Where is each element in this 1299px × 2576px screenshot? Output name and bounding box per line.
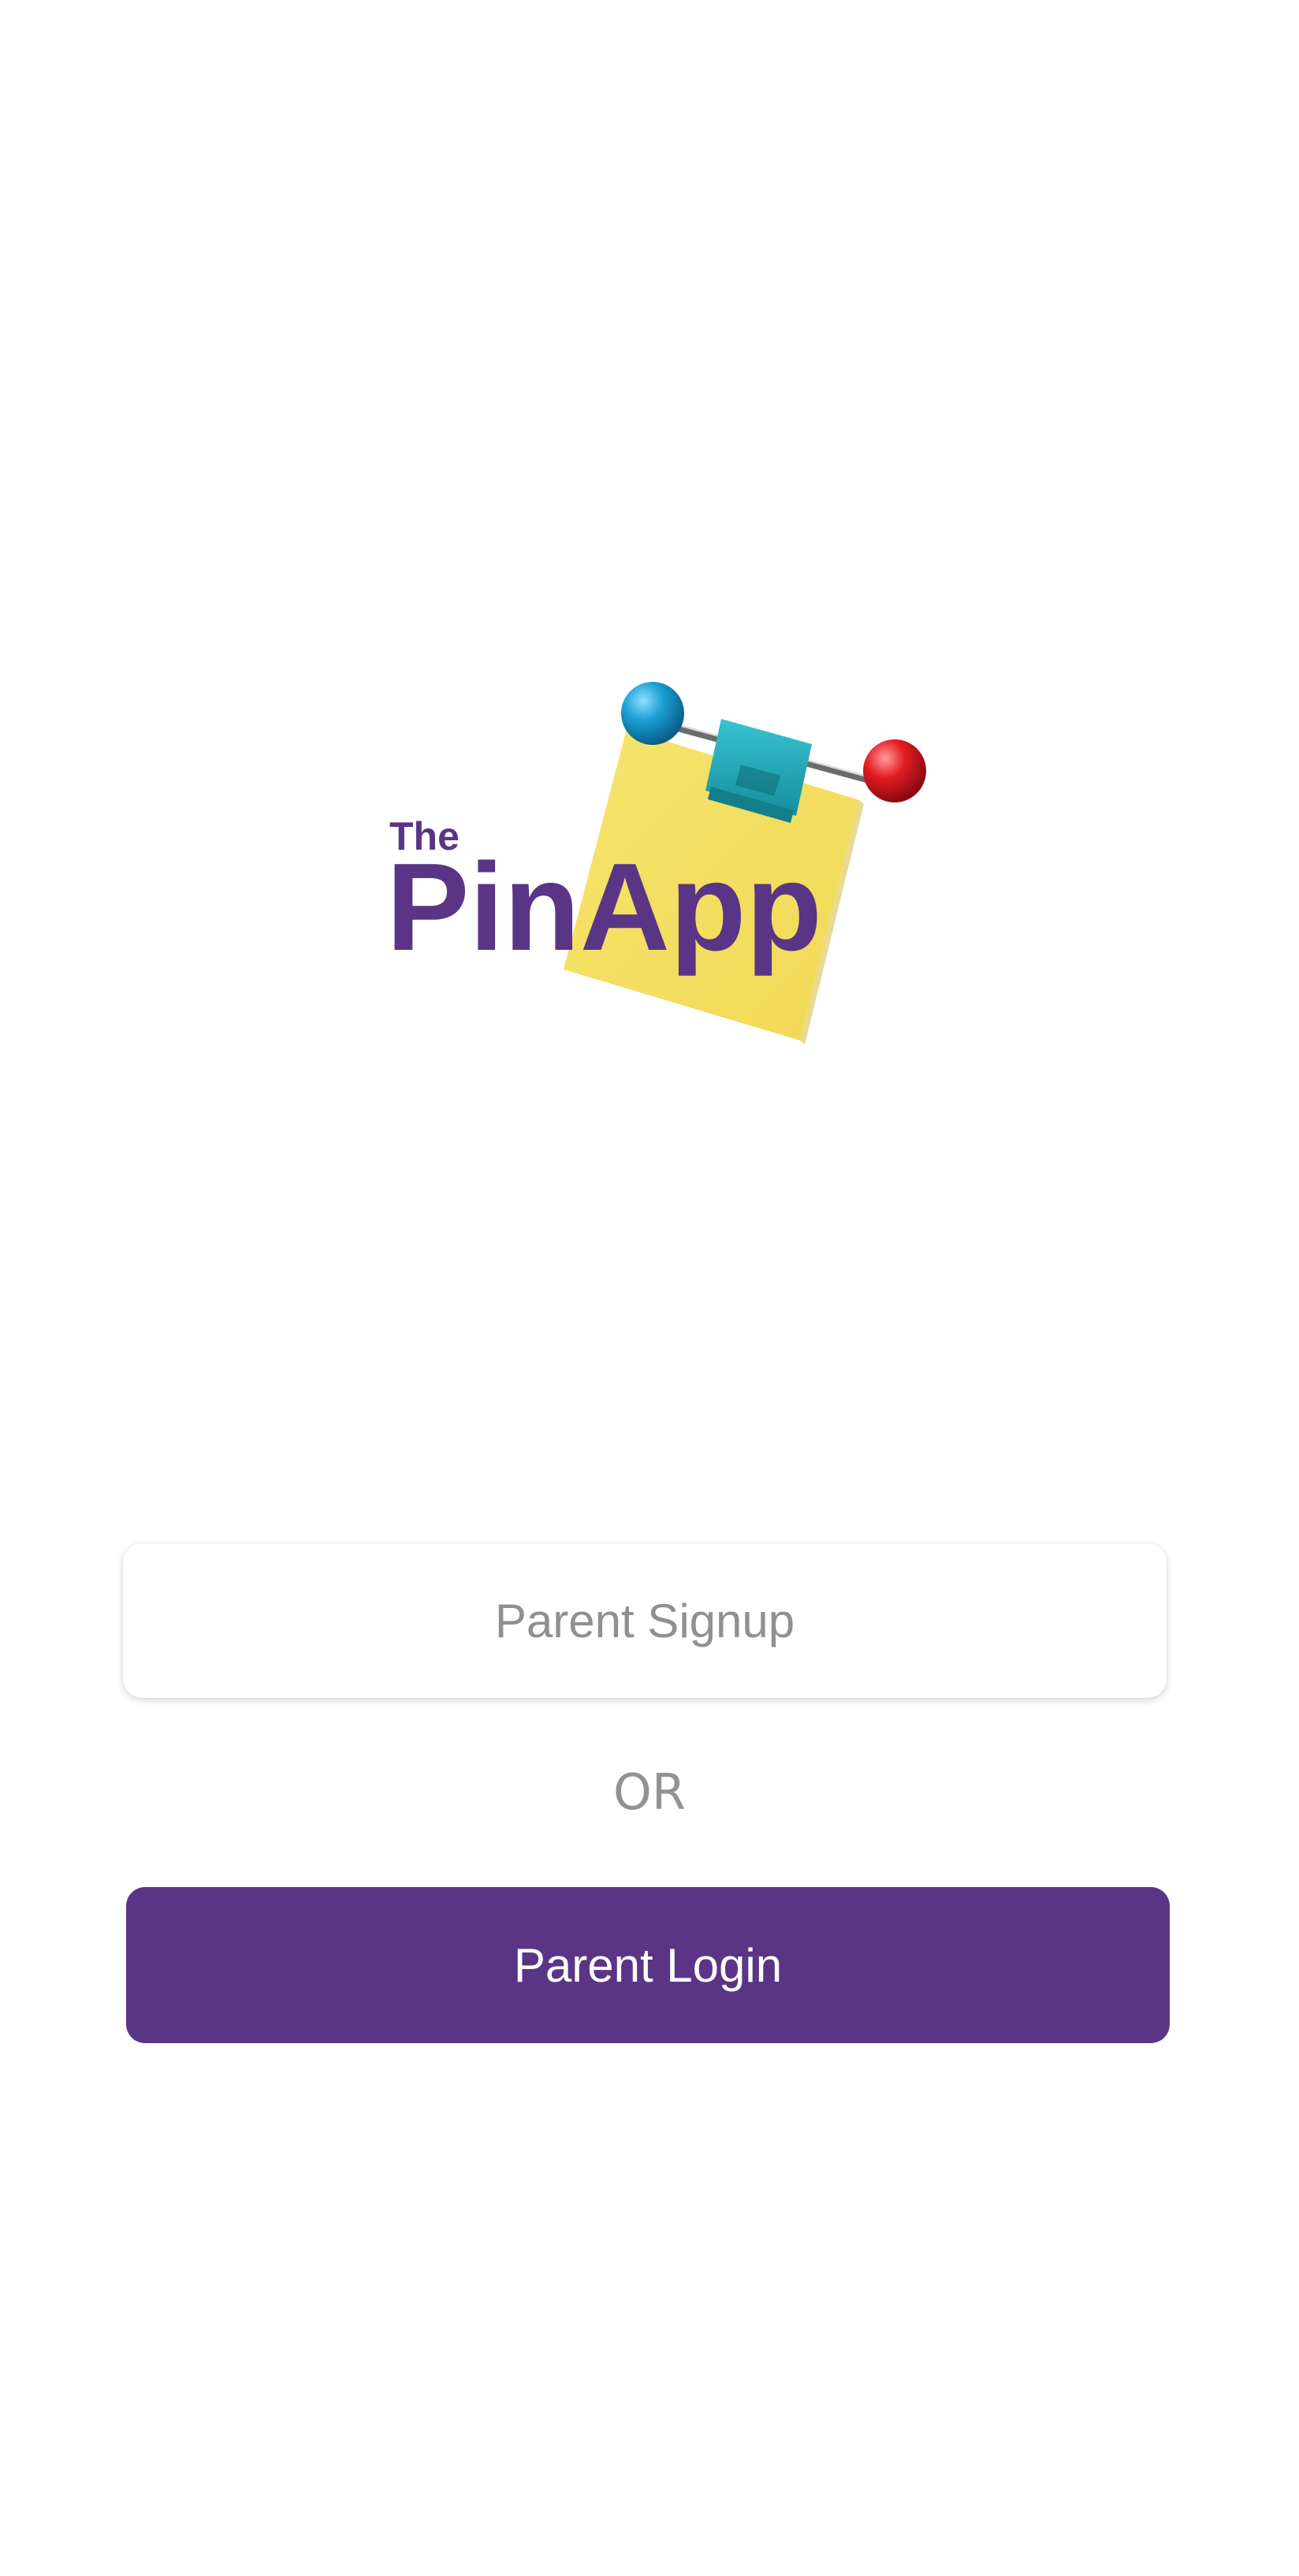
welcome-screen: The PinApp Parent Signup OR Parent Login [0,0,1299,2576]
push-pin-icon [863,739,926,802]
logo-name-text: PinApp [386,838,822,977]
parent-signup-button[interactable]: Parent Signup [123,1543,1167,1698]
parent-login-button[interactable]: Parent Login [126,1887,1170,2043]
or-divider-label: OR [613,1763,686,1821]
pinapp-logo: The PinApp [370,678,938,1056]
push-pin-icon [621,682,684,745]
